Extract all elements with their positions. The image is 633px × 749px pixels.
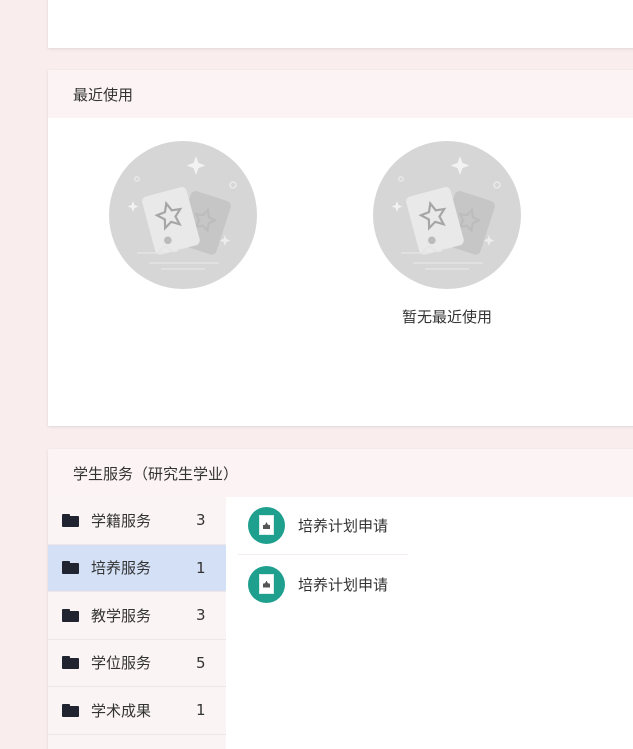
document-icon	[248, 507, 285, 544]
menu-item-degree[interactable]: 学位服务 5	[48, 640, 226, 687]
service-item-training-plan[interactable]: 培养计划申请	[238, 555, 408, 613]
menu-item-count: 3	[196, 511, 206, 530]
menu-item-label: 学籍服务	[91, 511, 152, 530]
menu-item-training[interactable]: 培养服务 1	[48, 544, 226, 592]
student-services-header: 学生服务（研究生学业）	[48, 449, 633, 497]
empty-cards-icon	[373, 141, 521, 289]
menu-item-count: 3	[196, 606, 206, 625]
menu-item-label: 培养服务	[91, 559, 152, 578]
empty-state-illustration	[108, 141, 258, 289]
folder-icon	[62, 561, 79, 575]
folder-icon	[62, 656, 79, 670]
empty-state-text: 暂无最近使用	[401, 308, 492, 326]
menu-item-enrollment[interactable]: 学籍服务 3	[48, 497, 226, 545]
empty-state: 暂无最近使用	[372, 141, 522, 327]
folder-icon	[62, 513, 79, 527]
folder-icon	[62, 703, 79, 717]
menu-item-count: 1	[196, 701, 206, 720]
folder-icon	[62, 608, 79, 622]
empty-cards-icon	[109, 141, 257, 289]
student-services-panel: 学生服务（研究生学业） 学籍服务 3 培养服务 1 教学服务 3 学位服务 5 …	[48, 449, 633, 749]
menu-item-count: 5	[196, 653, 206, 672]
service-item-training-plan[interactable]: 培养计划申请	[238, 497, 408, 555]
menu-item-label: 学位服务	[91, 654, 152, 673]
menu-item-teaching[interactable]: 教学服务 3	[48, 592, 226, 640]
top-card	[48, 0, 633, 48]
menu-item-academic-achievements[interactable]: 学术成果 1	[48, 687, 226, 735]
recent-use-panel: 最近使用 暂无最近使用	[48, 70, 633, 426]
document-icon	[248, 565, 285, 603]
service-item-label: 培养计划申请	[298, 575, 389, 594]
menu-item-label: 教学服务	[91, 606, 152, 625]
service-category-menu: 学籍服务 3 培养服务 1 教学服务 3 学位服务 5 学术成果 1	[48, 497, 226, 749]
service-list: 培养计划申请 培养计划申请	[238, 497, 408, 613]
menu-item-count: 1	[196, 558, 206, 577]
menu-item-label: 学术成果	[91, 701, 152, 720]
service-item-label: 培养计划申请	[298, 517, 389, 535]
recent-use-header: 最近使用	[48, 70, 633, 118]
